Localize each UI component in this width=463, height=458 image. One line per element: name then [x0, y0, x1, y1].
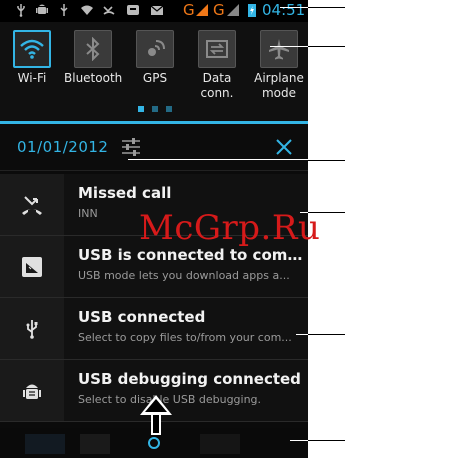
quick-settings-panel: Wi-Fi Bluetooth GPS Data conn. Airplane mo…	[0, 22, 308, 122]
gps-toggle-button[interactable]	[136, 30, 174, 68]
wifi-question-icon	[81, 5, 93, 15]
android-debug-icon	[36, 4, 48, 14]
date-label: 01/01/2012	[17, 138, 109, 156]
airplane-mode-toggle-button[interactable]	[260, 30, 298, 68]
usb-icon	[17, 4, 25, 17]
network-type-right: G	[213, 1, 225, 19]
callout-line-quick-settings	[308, 46, 345, 47]
usb-icon	[26, 320, 38, 339]
gps-icon	[148, 40, 165, 56]
bbm-icon	[127, 5, 139, 15]
airplane-icon	[269, 39, 289, 60]
usb-storage-icon	[22, 257, 42, 277]
notification-subtitle: Select to copy files to/from your com...	[78, 331, 292, 344]
callout-line-handle	[308, 440, 345, 441]
quick-setting-bluetooth[interactable]: Bluetooth	[64, 30, 122, 86]
wifi-icon	[20, 39, 44, 59]
page-indicator-dot	[166, 106, 172, 112]
quick-setting-gps[interactable]: GPS	[126, 30, 184, 86]
watermark: McGrp.Ru	[139, 208, 321, 248]
bluetooth-icon	[86, 37, 100, 61]
quick-setting-data-connection[interactable]: Data conn.	[188, 30, 246, 101]
notification-title: USB connected	[78, 308, 206, 326]
notification-subtitle: USB mode lets you download apps a...	[78, 269, 290, 282]
notification-subtitle: Select to disable USB debugging.	[78, 393, 262, 406]
notification-title: USB debugging connected	[78, 370, 301, 388]
quick-setting-label: GPS	[142, 71, 168, 85]
wifi-toggle-button[interactable]	[13, 30, 51, 68]
clock: 04:51	[262, 1, 306, 19]
signal-icon	[196, 4, 208, 16]
quick-setting-wifi[interactable]: Wi-Fi	[3, 30, 61, 86]
quick-setting-label: Bluetooth	[64, 71, 123, 85]
signal-icon	[227, 4, 239, 16]
quick-setting-label: Wi-Fi	[17, 71, 47, 85]
status-bar: G G 04:51	[0, 0, 308, 22]
quick-setting-label: Data conn.	[200, 71, 234, 100]
swipe-up-arrow-icon	[140, 395, 172, 435]
notification-usb-connected[interactable]: USB connected Select to copy files to/fr…	[0, 298, 308, 360]
callout-line-notification-usb	[308, 334, 345, 335]
callout-line-status-bar	[308, 7, 345, 8]
callout-line-date-row	[308, 160, 345, 161]
bluetooth-toggle-button[interactable]	[74, 30, 112, 68]
battery-charging-icon	[248, 4, 256, 17]
close-icon[interactable]	[274, 137, 294, 157]
page-indicator-dot	[138, 106, 144, 112]
quick-setting-label: Airplane mode	[254, 71, 304, 100]
sliders-icon[interactable]	[120, 136, 142, 158]
notification-title: Missed call	[78, 184, 172, 202]
network-type-left: G	[183, 1, 195, 19]
email-icon	[150, 5, 164, 15]
page-indicator-dot	[152, 106, 158, 112]
data-connection-toggle-button[interactable]	[198, 30, 236, 68]
usb-icon	[60, 4, 68, 16]
quick-setting-airplane[interactable]: Airplane mode	[250, 30, 308, 101]
callout-line-notification-missed	[308, 212, 345, 213]
data-connection-icon	[206, 40, 228, 58]
notification-title: USB is connected to comp...	[78, 246, 304, 264]
missed-call-icon	[103, 6, 115, 15]
missed-call-icon	[22, 196, 42, 215]
date-row: 01/01/2012	[0, 124, 308, 171]
android-debug-icon	[23, 384, 41, 399]
